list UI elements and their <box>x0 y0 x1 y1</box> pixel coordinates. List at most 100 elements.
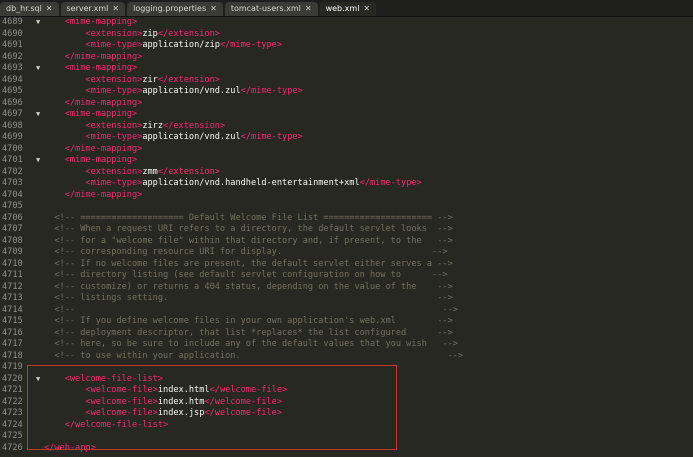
code-line[interactable]: 4695 <mime-type>application/vnd.zul</mim… <box>0 86 693 98</box>
code-line[interactable]: 4689 ▼ <mime-mapping> <box>0 17 693 29</box>
code-line[interactable]: 4715 <!-- If you define welcome files in… <box>0 316 693 328</box>
line-number: 4708 <box>2 235 23 246</box>
code-line[interactable]: 4706 <!-- ==================== Default W… <box>0 213 693 225</box>
code-line[interactable]: 4700 </mime-mapping> <box>0 144 693 156</box>
code-editor[interactable]: 4689 ▼ <mime-mapping> 4690 <extension>zip<… <box>0 17 693 457</box>
code-line[interactable]: 4690 <extension>zip</extension> <box>0 29 693 41</box>
code-line[interactable]: 4709 <!-- corresponding resource URI for… <box>0 247 693 259</box>
code-line[interactable]: 4712 <!-- customize) or returns a 404 st… <box>0 282 693 294</box>
code-line[interactable]: 4705 <box>0 201 693 213</box>
code-line[interactable]: 4707 <!-- When a request URI refers to a… <box>0 224 693 236</box>
fold-gutter <box>36 362 44 374</box>
code-content: <!-- directory listing (see default serv… <box>44 270 447 282</box>
tab-web-xml[interactable]: web.xml ✕ <box>319 2 377 16</box>
code-content: <!-- listings setting. --> <box>44 293 452 305</box>
close-icon[interactable]: ✕ <box>305 2 312 16</box>
code-line[interactable]: 4725 <box>0 431 693 443</box>
code-line[interactable]: 4726 </web-app> <box>0 443 693 455</box>
fold-arrow-icon[interactable]: ▼ <box>36 109 44 121</box>
code-content: <extension>zip</extension> <box>44 29 220 41</box>
code-line[interactable]: 4723 <welcome-file>index.jsp</welcome-fi… <box>0 408 693 420</box>
tab-tomcat-users-xml[interactable]: tomcat-users.xml ✕ <box>224 2 318 16</box>
tab-db-hr-sql[interactable]: db_hr.sql ✕ <box>0 2 59 16</box>
fold-gutter <box>36 40 44 52</box>
code-content: <mime-mapping> <box>44 109 137 121</box>
tab-server-xml[interactable]: server.xml ✕ <box>60 2 126 16</box>
code-text: application/vnd.zul <box>142 86 241 96</box>
code-line[interactable]: 4711 <!-- directory listing (see default… <box>0 270 693 282</box>
code-line[interactable]: 4718 <!-- to use within your application… <box>0 351 693 363</box>
code-text: index.htm <box>157 396 205 407</box>
line-number: 4694 <box>2 74 23 85</box>
code-line[interactable]: 4701 ▼ <mime-mapping> <box>0 155 693 167</box>
code-line[interactable]: 4692 </mime-mapping> <box>0 52 693 64</box>
code-line[interactable]: 4714 <!-- --> <box>0 305 693 317</box>
xml-tag: </welcome-file> <box>204 408 283 418</box>
line-number: 4692 <box>2 51 23 62</box>
line-number: 4726 <box>2 442 23 453</box>
code-line[interactable]: 4703 <mime-type>application/vnd.handheld… <box>0 178 693 190</box>
close-icon[interactable]: ✕ <box>363 2 370 16</box>
xml-tag: <welcome-file> <box>85 408 158 418</box>
code-line[interactable]: 4720 ▼ <welcome-file-list> <box>0 374 693 386</box>
fold-arrow-icon[interactable]: ▼ <box>36 155 44 167</box>
xml-tag: </extension> <box>157 74 220 85</box>
code-line[interactable]: 4722 <welcome-file>index.htm</welcome-fi… <box>0 397 693 409</box>
code-line[interactable]: 4702 <extension>zmm</extension> <box>0 167 693 179</box>
xml-comment: <!-- customize) or returns a 404 status,… <box>54 281 453 292</box>
scrollbar[interactable] <box>689 17 693 457</box>
code-content: <mime-mapping> <box>44 155 137 167</box>
line-number: 4689 <box>2 17 23 27</box>
close-icon[interactable]: ✕ <box>46 2 53 16</box>
code-line[interactable]: 4721 <welcome-file>index.html</welcome-f… <box>0 385 693 397</box>
code-line[interactable]: 4699 <mime-type>application/vnd.zul</mim… <box>0 132 693 144</box>
code-line[interactable]: 4713 <!-- listings setting. --> <box>0 293 693 305</box>
code-line[interactable]: 4693 ▼ <mime-mapping> <box>0 63 693 75</box>
code-line[interactable]: 4694 <extension>zir</extension> <box>0 75 693 87</box>
fold-gutter <box>36 259 44 271</box>
close-icon[interactable]: ✕ <box>112 2 119 16</box>
tab-label: tomcat-users.xml <box>230 4 301 13</box>
line-number: 4712 <box>2 281 23 292</box>
fold-arrow-icon[interactable]: ▼ <box>36 63 44 75</box>
xml-tag: </mime-mapping> <box>64 189 143 200</box>
xml-tag: <extension> <box>85 120 143 131</box>
fold-arrow-icon[interactable]: ▼ <box>36 17 44 29</box>
code-line[interactable]: 4691 <mime-type>application/zip</mime-ty… <box>0 40 693 52</box>
xml-tag: <welcome-file-list> <box>64 373 164 384</box>
code-line[interactable]: 4716 <!-- deployment descriptor, that li… <box>0 328 693 340</box>
code-line[interactable]: 4719 <box>0 362 693 374</box>
line-number: 4713 <box>2 293 23 303</box>
fold-gutter <box>36 293 44 305</box>
xml-tag: <mime-mapping> <box>64 63 138 73</box>
tab-label: web.xml <box>325 4 360 13</box>
code-line[interactable]: 4698 <extension>zirz</extension> <box>0 121 693 133</box>
line-number: 4721 <box>2 385 23 395</box>
code-line[interactable]: 4710 <!-- If no welcome files are presen… <box>0 259 693 271</box>
code-line[interactable]: 4708 <!-- for a "welcome file" within th… <box>0 236 693 248</box>
code-line[interactable]: 4697 ▼ <mime-mapping> <box>0 109 693 121</box>
fold-arrow-icon[interactable]: ▼ <box>36 374 44 386</box>
code-content: <!-- for a "welcome file" within that di… <box>44 236 452 248</box>
fold-gutter <box>36 224 44 236</box>
code-content: <!-- If you define welcome files in your… <box>44 316 452 328</box>
fold-gutter <box>36 316 44 328</box>
line-number: 4711 <box>2 270 23 280</box>
code-line[interactable]: 4717 <!-- here, so be sure to include an… <box>0 339 693 351</box>
code-line[interactable]: 4696 </mime-mapping> <box>0 98 693 110</box>
code-line[interactable]: 4724 </welcome-file-list> <box>0 420 693 432</box>
line-number: 4703 <box>2 178 23 188</box>
close-icon[interactable]: ✕ <box>210 2 217 16</box>
code-line[interactable]: 4704 </mime-mapping> <box>0 190 693 202</box>
line-number: 4720 <box>2 373 23 384</box>
xml-comment: <!-- ==================== Default Welcom… <box>54 212 453 223</box>
tab-logging-properties[interactable]: logging.properties ✕ <box>127 2 223 16</box>
